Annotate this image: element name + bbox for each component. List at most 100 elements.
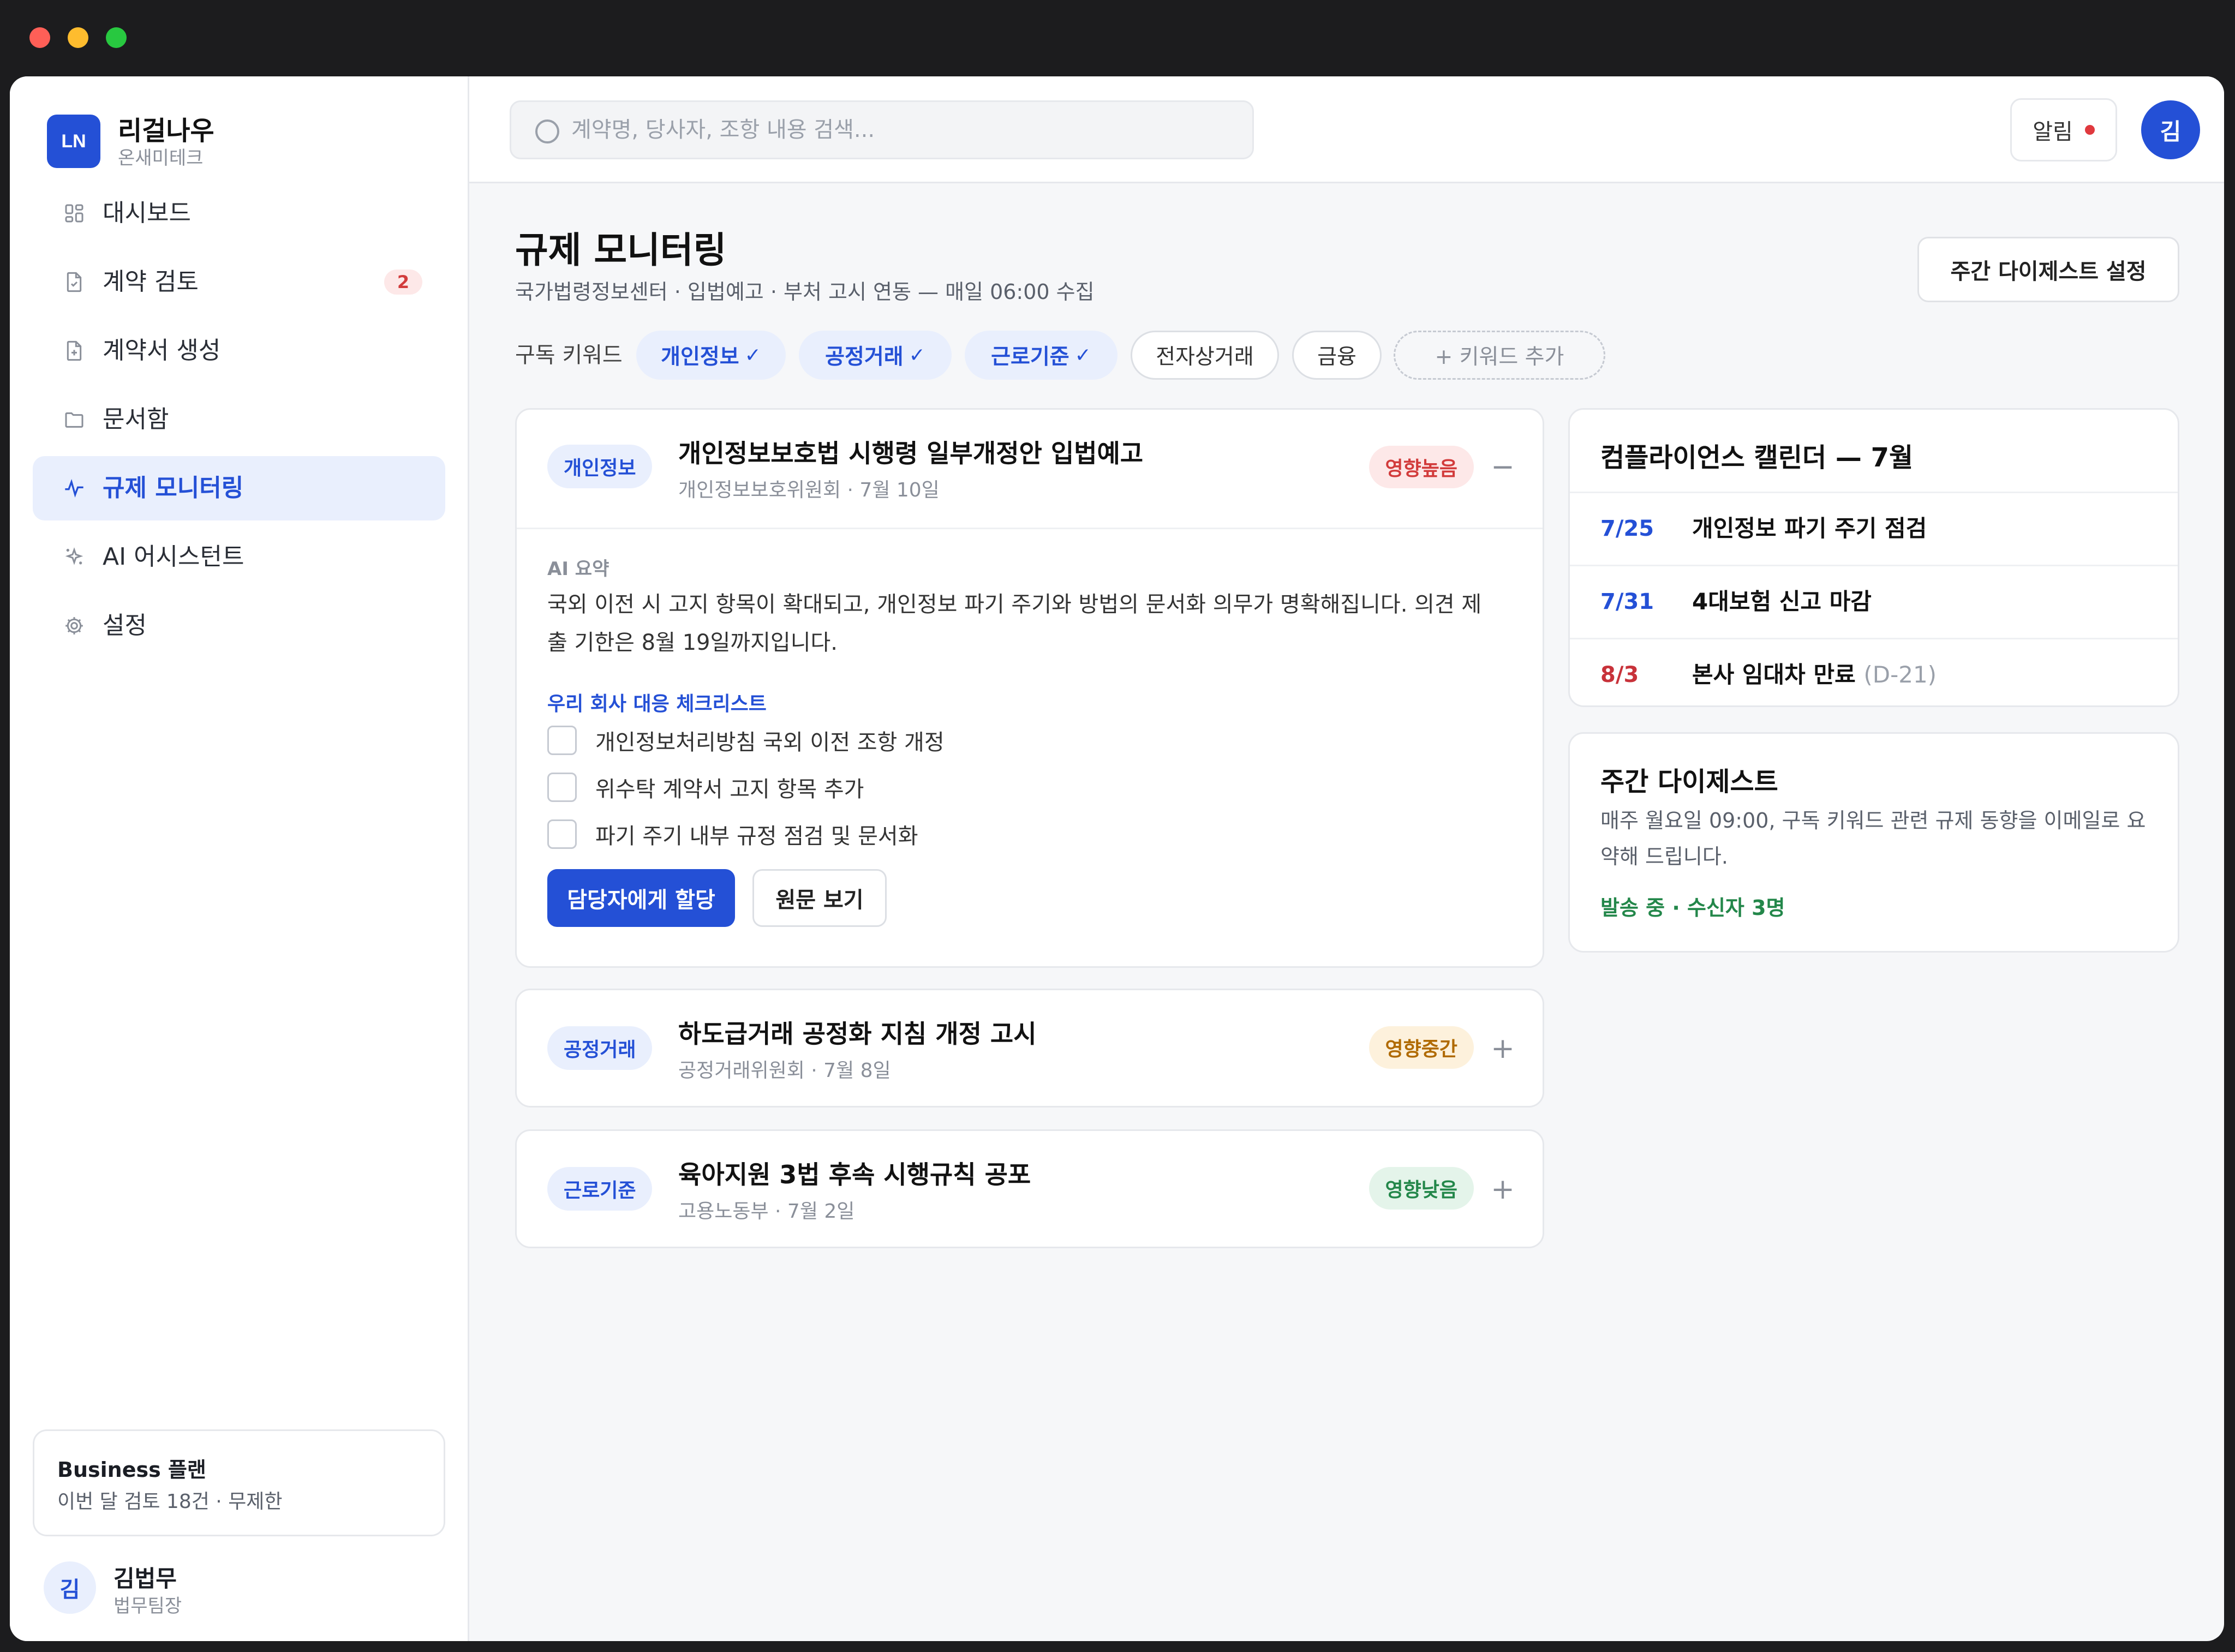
keyword-label: 공정거래 — [825, 345, 904, 369]
sidebar-item-documents[interactable]: 문서함 — [33, 387, 445, 452]
weekly-digest-settings-button[interactable]: 주간 다이제스트 설정 — [1917, 237, 2179, 302]
keyword-label: 전자상거래 — [1156, 345, 1254, 369]
check-icon: ✓ — [1074, 344, 1091, 367]
regulation-title[interactable]: 하도급거래 공정화 지침 개정 고시 — [678, 1014, 1037, 1050]
app-window: LN 리걸나우 온새미테크 대시보드 계약 검토 2 계약서 생성 문서함 규제… — [10, 76, 2224, 1641]
checklist-item[interactable]: 파기 주기 내부 규정 점검 및 문서화 — [547, 818, 918, 851]
event-date: 7/31 — [1600, 589, 1654, 614]
add-keyword-button[interactable]: + 키워드 추가 — [1394, 331, 1605, 380]
checkbox[interactable] — [547, 726, 577, 755]
keyword-label: 근로기준 — [991, 345, 1069, 369]
category-badge: 근로기준 — [547, 1167, 653, 1211]
unread-dot-icon — [2084, 125, 2095, 135]
sidebar-item-label: 설정 — [103, 612, 147, 639]
keyword-label: 금융 — [1317, 345, 1356, 369]
checklist-item[interactable]: 위수탁 계약서 고지 항목 추가 — [547, 771, 864, 804]
folder-icon — [65, 412, 83, 428]
collapse-icon[interactable]: − — [1488, 452, 1517, 482]
plan-card: Business 플랜 이번 달 검토 18건 · 무제한 — [33, 1429, 445, 1536]
keywords-label: 구독 키워드 — [515, 343, 623, 368]
window-titlebar — [0, 0, 2235, 76]
impact-badge: 영향중간 — [1369, 1026, 1474, 1069]
notifications-button[interactable]: 알림 — [2010, 98, 2117, 161]
weekly-digest-card: 주간 다이제스트 매주 월요일 09:00, 구독 키워드 관련 규제 동향을 … — [1568, 732, 2179, 953]
regulation-title[interactable]: 육아지원 3법 후속 시행규칙 공포 — [678, 1155, 1031, 1191]
sidebar-item-label: 계약 검토 — [103, 268, 199, 296]
avatar[interactable]: 김 — [44, 1561, 96, 1614]
sidebar-item-label: 규제 모니터링 — [103, 474, 244, 502]
search-box[interactable] — [510, 100, 1254, 159]
checkbox[interactable] — [547, 819, 577, 849]
regulation-meta: 고용노동부 · 7월 2일 — [678, 1200, 855, 1223]
calendar-event[interactable]: 8/3 본사 임대차 만료 (D-21) — [1570, 639, 2178, 711]
search-input[interactable] — [571, 102, 1226, 158]
expand-icon[interactable]: + — [1488, 1034, 1517, 1063]
keyword-chip-fair-trade[interactable]: 공정거래 ✓ — [799, 331, 952, 380]
gear-icon — [65, 617, 83, 635]
sidebar-item-contract-generation[interactable]: 계약서 생성 — [33, 319, 445, 383]
checkbox[interactable] — [547, 773, 577, 802]
keyword-label: 개인정보 — [661, 345, 739, 369]
regulation-card[interactable]: 공정거래 하도급거래 공정화 지침 개정 고시 공정거래위원회 · 7월 8일 … — [515, 989, 1544, 1108]
brand-name: 리걸나우 — [118, 116, 214, 146]
sidebar-item-dashboard[interactable]: 대시보드 — [33, 181, 445, 246]
keyword-chip-ecommerce[interactable]: 전자상거래 — [1131, 331, 1279, 380]
check-icon: ✓ — [744, 344, 761, 367]
sidebar-item-contract-review[interactable]: 계약 검토 2 — [33, 250, 445, 314]
notifications-label: 알림 — [2033, 119, 2073, 145]
regulation-card-expanded: 개인정보 개인정보보호법 시행령 일부개정안 입법예고 개인정보보호위원회 · … — [515, 408, 1544, 968]
minimize-window-button[interactable] — [68, 27, 88, 48]
view-original-button[interactable]: 원문 보기 — [752, 869, 887, 927]
plan-title: Business 플랜 — [57, 1458, 206, 1482]
event-label: 4대보험 신고 마감 — [1692, 588, 1872, 615]
page-subtitle: 국가법령정보센터 · 입법예고 · 부처 고시 연동 — 매일 06:00 수집 — [515, 280, 1095, 304]
digest-title: 주간 다이제스트 — [1600, 767, 1778, 797]
page-title: 규제 모니터링 — [515, 229, 727, 271]
regulation-title[interactable]: 개인정보보호법 시행령 일부개정안 입법예고 — [678, 434, 1143, 470]
sparkle-icon — [65, 547, 83, 565]
grid-icon — [65, 204, 83, 223]
assign-owner-button[interactable]: 담당자에게 할당 — [547, 869, 735, 927]
expand-icon[interactable]: + — [1488, 1175, 1517, 1204]
checklist-item-label: 개인정보처리방침 국외 이전 조항 개정 — [595, 730, 945, 755]
sidebar-item-settings[interactable]: 설정 — [33, 594, 445, 658]
event-label: 본사 임대차 만료 — [1692, 661, 1856, 688]
logo: LN — [47, 115, 100, 168]
checklist-title: 우리 회사 대응 체크리스트 — [547, 693, 767, 715]
user-role: 법무팀장 — [113, 1595, 182, 1617]
sidebar-item-label: AI 어시스턴트 — [103, 543, 244, 571]
regulation-meta: 공정거래위원회 · 7월 8일 — [678, 1060, 891, 1082]
regulation-card[interactable]: 근로기준 육아지원 3법 후속 시행규칙 공포 고용노동부 · 7월 2일 영향… — [515, 1129, 1544, 1248]
user-name: 김법무 — [113, 1565, 177, 1592]
calendar-event[interactable]: 7/31 4대보험 신고 마감 — [1570, 566, 2178, 638]
search-icon — [535, 119, 559, 143]
pulse-icon — [65, 479, 83, 498]
keyword-chip-privacy[interactable]: 개인정보 ✓ — [636, 331, 786, 380]
category-badge: 개인정보 — [547, 445, 653, 488]
calendar-title: 컴플라이언스 캘린더 — 7월 — [1600, 442, 1914, 473]
avatar[interactable]: 김 — [2141, 100, 2200, 159]
checklist-item-label: 위수탁 계약서 고지 항목 추가 — [595, 777, 864, 802]
count-badge: 2 — [384, 270, 422, 295]
sidebar-item-label: 계약서 생성 — [103, 337, 221, 364]
maximize-window-button[interactable] — [106, 27, 127, 48]
keyword-chip-finance[interactable]: 금융 — [1292, 331, 1382, 380]
checklist-item[interactable]: 개인정보처리방침 국외 이전 조항 개정 — [547, 724, 945, 757]
keyword-chip-labor[interactable]: 근로기준 ✓ — [965, 331, 1118, 380]
ai-summary-text: 국외 이전 시 고지 항목이 확대되고, 개인정보 파기 주기와 방법의 문서화… — [547, 592, 1482, 655]
event-label-wrap: 본사 임대차 만료 (D-21) — [1692, 639, 1937, 711]
sidebar-item-regulation-monitoring[interactable]: 규제 모니터링 — [33, 456, 445, 520]
check-icon: ✓ — [909, 344, 925, 367]
category-badge: 공정거래 — [547, 1026, 653, 1070]
digest-status: 발송 중 · 수신자 3명 — [1600, 896, 1785, 920]
checklist-item-label: 파기 주기 내부 규정 점검 및 문서화 — [595, 824, 918, 849]
event-label: 개인정보 파기 주기 점검 — [1692, 515, 1927, 542]
close-window-button[interactable] — [29, 27, 50, 48]
d-day-count: (D-21) — [1863, 661, 1937, 688]
document-check-icon — [67, 272, 82, 292]
top-bar: 알림 김 — [469, 76, 2224, 183]
sidebar-item-label: 대시보드 — [103, 199, 191, 227]
compliance-calendar-card: 컴플라이언스 캘린더 — 7월 7/25 개인정보 파기 주기 점검 7/31 … — [1568, 408, 2179, 707]
sidebar-item-ai-assistant[interactable]: AI 어시스턴트 — [33, 525, 445, 589]
calendar-event[interactable]: 7/25 개인정보 파기 주기 점검 — [1570, 493, 2178, 565]
